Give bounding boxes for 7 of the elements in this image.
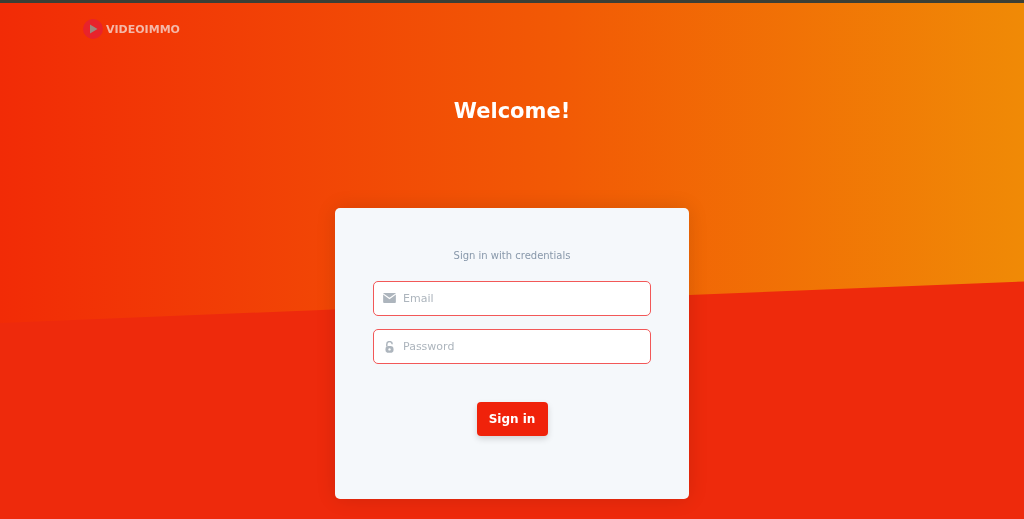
brand-name[interactable]: VIDEOIMMO xyxy=(106,22,180,36)
play-logo-icon xyxy=(83,19,103,39)
email-field[interactable]: Email xyxy=(373,281,651,316)
card-subtitle: Sign in with credentials xyxy=(453,250,571,261)
password-field[interactable]: Password xyxy=(373,329,651,364)
sign-in-button[interactable]: Sign in xyxy=(476,402,548,436)
welcome-heading: Welcome! xyxy=(453,98,571,125)
